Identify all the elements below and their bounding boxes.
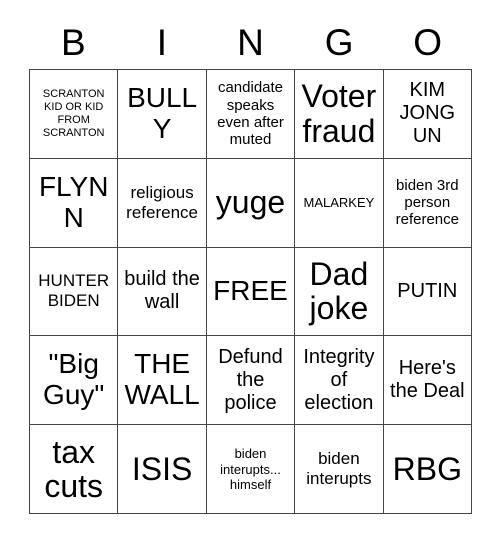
- bingo-header-letter-o: O: [413, 22, 443, 63]
- bingo-cell-r2-c1[interactable]: FLYNN: [30, 158, 119, 248]
- bingo-cell-r1-c4[interactable]: Voter fraud: [295, 70, 384, 159]
- bingo-cell-label: biden interupts... himself: [220, 446, 281, 492]
- bingo-cell-label: tax cuts: [44, 433, 104, 505]
- bingo-cell-r3-c4[interactable]: Dad joke: [295, 247, 384, 337]
- bingo-cell-r1-c1[interactable]: SCRANTON KID OR KID FROM SCRANTON: [30, 70, 119, 159]
- bingo-cell-r5-c4[interactable]: biden interupts: [295, 425, 384, 514]
- bingo-cell-r4-c5[interactable]: Here's the Deal: [383, 336, 472, 426]
- bingo-cell-label: yuge: [215, 184, 286, 221]
- bingo-cell-label: biden interupts: [306, 449, 372, 489]
- bingo-cell-label: biden 3rd person reference: [395, 176, 459, 229]
- bingo-cell-r4-c4[interactable]: Integrity of election: [295, 336, 384, 426]
- bingo-cell-r2-c3[interactable]: yuge: [206, 158, 296, 248]
- bingo-cell-r3-c5[interactable]: PUTIN: [383, 247, 472, 337]
- bingo-cell-label: ISIS: [131, 450, 193, 487]
- bingo-cell-label: Voter fraud: [301, 78, 377, 149]
- bingo-cell-label: build the wall: [124, 268, 200, 314]
- bingo-cell-label: THE WALL: [124, 348, 200, 411]
- bingo-grid: SCRANTON KID OR KID FROM SCRANTON BULLY ca…: [29, 69, 472, 514]
- bingo-cell-label: FLYNN: [38, 170, 109, 233]
- bingo-cell-label: FREE: [213, 275, 288, 307]
- bingo-cell-r5-c3[interactable]: biden interupts... himself: [206, 425, 296, 514]
- bingo-cell-r2-c2[interactable]: religious reference: [118, 158, 207, 248]
- bingo-cell-label: Dad joke: [309, 255, 369, 327]
- bingo-header-row: B I N G O: [29, 16, 472, 69]
- bingo-cell-r2-c4[interactable]: MALARKEY: [295, 158, 384, 248]
- bingo-cell-r5-c1[interactable]: tax cuts: [30, 425, 119, 514]
- bingo-cell-label: Here's the Deal: [390, 357, 465, 403]
- bingo-cell-r4-c2[interactable]: THE WALL: [118, 336, 207, 426]
- bingo-cell-r1-c3[interactable]: candidate speaks even after muted: [206, 70, 296, 159]
- bingo-header-letter-i: I: [156, 22, 168, 63]
- bingo-cell-r4-c1[interactable]: "Big Guy": [30, 336, 119, 426]
- bingo-cell-label: Defund the police: [218, 345, 283, 414]
- bingo-cell-r1-c2[interactable]: BULLY: [118, 70, 207, 159]
- bingo-cell-label: Integrity of election: [303, 345, 375, 414]
- bingo-cell-label: BULLY: [127, 82, 198, 144]
- bingo-cell-label: SCRANTON KID OR KID FROM SCRANTON: [42, 87, 105, 139]
- bingo-cell-r3-c2[interactable]: build the wall: [118, 247, 207, 337]
- bingo-cell-r2-c5[interactable]: biden 3rd person reference: [383, 158, 472, 248]
- bingo-cell-r5-c5[interactable]: RBG: [383, 425, 472, 514]
- bingo-cell-r5-c2[interactable]: ISIS: [118, 425, 207, 514]
- bingo-cell-label: PUTIN: [397, 279, 458, 302]
- bingo-cell-label: MALARKEY: [303, 195, 375, 211]
- bingo-cell-label: "Big Guy": [43, 348, 105, 411]
- bingo-cell-label: religious reference: [126, 182, 198, 222]
- bingo-cell-r1-c5[interactable]: KIM JONG UN: [383, 70, 472, 159]
- bingo-cell-label: HUNTER BIDEN: [38, 271, 110, 311]
- bingo-cell-label: candidate speaks even after muted: [217, 79, 284, 149]
- bingo-card: B I N G O SCRANTON KID OR KID FROM SCRAN…: [0, 0, 500, 544]
- bingo-header-letter-b: B: [60, 22, 86, 63]
- bingo-cell-r3-c1[interactable]: HUNTER BIDEN: [30, 247, 119, 337]
- bingo-cell-r4-c3[interactable]: Defund the police: [206, 336, 296, 426]
- bingo-cell-label: KIM JONG UN: [399, 79, 456, 148]
- bingo-header-letter-n: N: [237, 22, 264, 63]
- bingo-cell-label: RBG: [392, 450, 462, 487]
- bingo-header-letter-g: G: [324, 22, 354, 63]
- bingo-cell-r3-c3[interactable]: FREE: [206, 247, 296, 337]
